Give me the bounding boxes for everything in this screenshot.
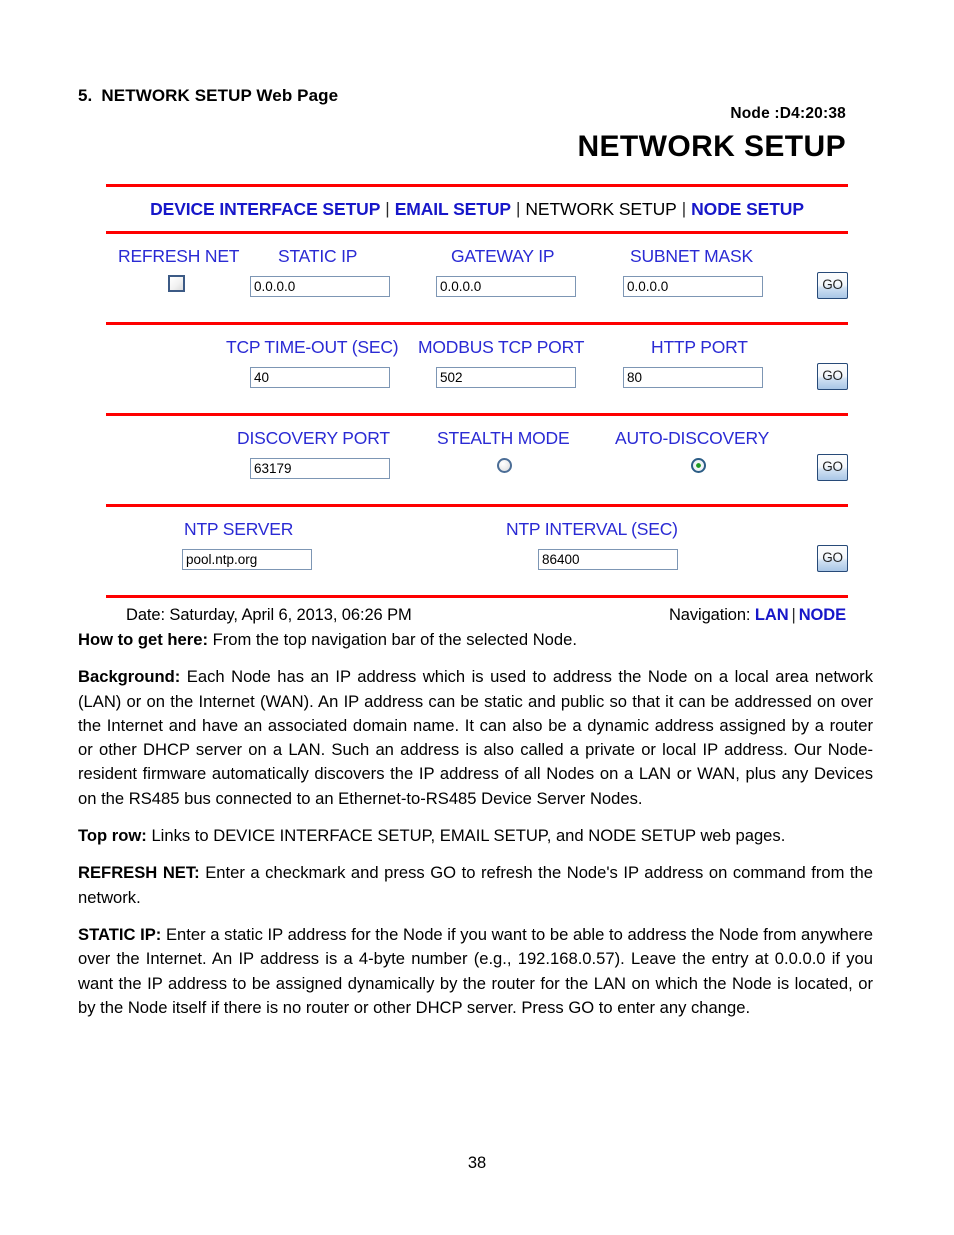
document-page: 5. NETWORK SETUP Web Page Node :D4:20:38 …: [0, 0, 954, 1235]
nav-separator: |: [385, 199, 390, 218]
nav-link-device-interface-setup[interactable]: DEVICE INTERFACE SETUP: [150, 199, 380, 220]
form-row-ip: REFRESH NET STATIC IP GATEWAY IP SUBNET …: [106, 234, 848, 322]
top-row-label: Top row:: [78, 826, 147, 846]
section-heading: 5. NETWORK SETUP Web Page: [78, 86, 338, 106]
network-setup-screenshot: Node :D4:20:38 NETWORK SETUP DEVICE INTE…: [106, 104, 848, 632]
label-subnet-mask: SUBNET MASK: [630, 246, 753, 266]
nav-link-node-setup[interactable]: NODE SETUP: [691, 199, 804, 220]
section-title: NETWORK SETUP Web Page: [101, 86, 339, 105]
nav-current-network-setup: NETWORK SETUP: [525, 198, 677, 219]
top-navigation-bar: DEVICE INTERFACE SETUP | EMAIL SETUP | N…: [106, 187, 848, 231]
top-row-text: Links to DEVICE INTERFACE SETUP, EMAIL S…: [146, 826, 786, 846]
http-port-input[interactable]: [623, 367, 763, 388]
modbus-tcp-port-input[interactable]: [436, 367, 576, 388]
go-button-label: GO: [822, 459, 843, 474]
go-button-label: GO: [822, 550, 843, 565]
label-auto-discovery: AUTO-DISCOVERY: [615, 428, 770, 448]
body-prose: How to get here: From the top navigation…: [78, 628, 873, 1020]
footer-navigation: Navigation: LAN | NODE: [669, 606, 846, 625]
footer-nav-link-node[interactable]: NODE: [799, 606, 846, 624]
go-button-ntp-row[interactable]: GO: [817, 545, 848, 572]
label-gateway-ip: GATEWAY IP: [451, 246, 555, 266]
gateway-ip-input[interactable]: [436, 276, 576, 297]
label-tcp-time-out: TCP TIME-OUT (SEC): [226, 337, 399, 357]
label-stealth-mode: STEALTH MODE: [437, 428, 570, 448]
nav-link-email-setup[interactable]: EMAIL SETUP: [395, 199, 511, 220]
go-button-label: GO: [822, 277, 843, 292]
screenshot-footer: Date: Saturday, April 6, 2013, 06:26 PM …: [106, 598, 848, 632]
form-row-ntp: NTP SERVER NTP INTERVAL (SEC) GO: [106, 507, 848, 595]
nav-separator: |: [515, 199, 521, 218]
refresh-net-checkbox[interactable]: [168, 275, 185, 292]
ntp-interval-input[interactable]: [538, 549, 678, 570]
paragraph-top-row: Top row: Links to DEVICE INTERFACE SETUP…: [78, 824, 873, 848]
how-to-get-here-label: How to get here:: [78, 630, 208, 649]
paragraph-refresh-net: REFRESH NET: Enter a checkmark and press…: [78, 861, 873, 910]
discovery-port-input[interactable]: [250, 458, 390, 479]
label-ntp-server: NTP SERVER: [184, 519, 294, 539]
ntp-server-input[interactable]: [182, 549, 312, 570]
static-ip-text: Enter a static IP address for the Node i…: [78, 924, 873, 1017]
label-static-ip: STATIC IP: [278, 246, 358, 266]
auto-discovery-radio[interactable]: [691, 458, 706, 473]
go-button-label: GO: [822, 368, 843, 383]
paragraph-static-ip: STATIC IP: Enter a static IP address for…: [78, 923, 873, 1020]
paragraph-how-to-get-here: How to get here: From the top navigation…: [78, 628, 873, 652]
footer-date: Date: Saturday, April 6, 2013, 06:26 PM: [126, 606, 412, 624]
footer-navigation-prefix: Navigation:: [668, 606, 751, 624]
label-http-port: HTTP PORT: [651, 337, 748, 357]
page-title: NETWORK SETUP: [577, 130, 846, 163]
static-ip-label: STATIC IP:: [78, 924, 162, 944]
label-refresh-net: REFRESH NET: [118, 246, 240, 266]
paragraph-background: Background: Each Node has an IP address …: [78, 665, 873, 811]
background-text: Each Node has an IP address which is use…: [78, 667, 873, 808]
footer-nav-separator: |: [791, 606, 796, 624]
refresh-net-label: REFRESH NET:: [78, 863, 200, 883]
nav-separator: |: [681, 199, 687, 218]
page-number: 38: [467, 1154, 487, 1172]
go-button-ports-row[interactable]: GO: [817, 363, 848, 390]
go-button-ip-row[interactable]: GO: [817, 272, 848, 299]
subnet-mask-input[interactable]: [623, 276, 763, 297]
static-ip-input[interactable]: [250, 276, 390, 297]
section-number: 5.: [78, 86, 93, 105]
label-ntp-interval: NTP INTERVAL (SEC): [506, 519, 678, 539]
go-button-discovery-row[interactable]: GO: [817, 454, 848, 481]
background-label: Background:: [78, 667, 181, 687]
form-row-ports: TCP TIME-OUT (SEC) MODBUS TCP PORT HTTP …: [106, 325, 848, 413]
label-discovery-port: DISCOVERY PORT: [237, 428, 390, 448]
label-modbus-tcp-port: MODBUS TCP PORT: [418, 337, 585, 357]
footer-nav-link-lan[interactable]: LAN: [755, 606, 789, 624]
tcp-time-out-input[interactable]: [250, 367, 390, 388]
form-row-discovery: DISCOVERY PORT STEALTH MODE AUTO-DISCOVE…: [106, 416, 848, 504]
how-to-get-here-text: From the top navigation bar of the selec…: [208, 630, 577, 649]
node-id-label: Node :D4:20:38: [730, 105, 846, 122]
stealth-mode-radio[interactable]: [497, 458, 512, 473]
